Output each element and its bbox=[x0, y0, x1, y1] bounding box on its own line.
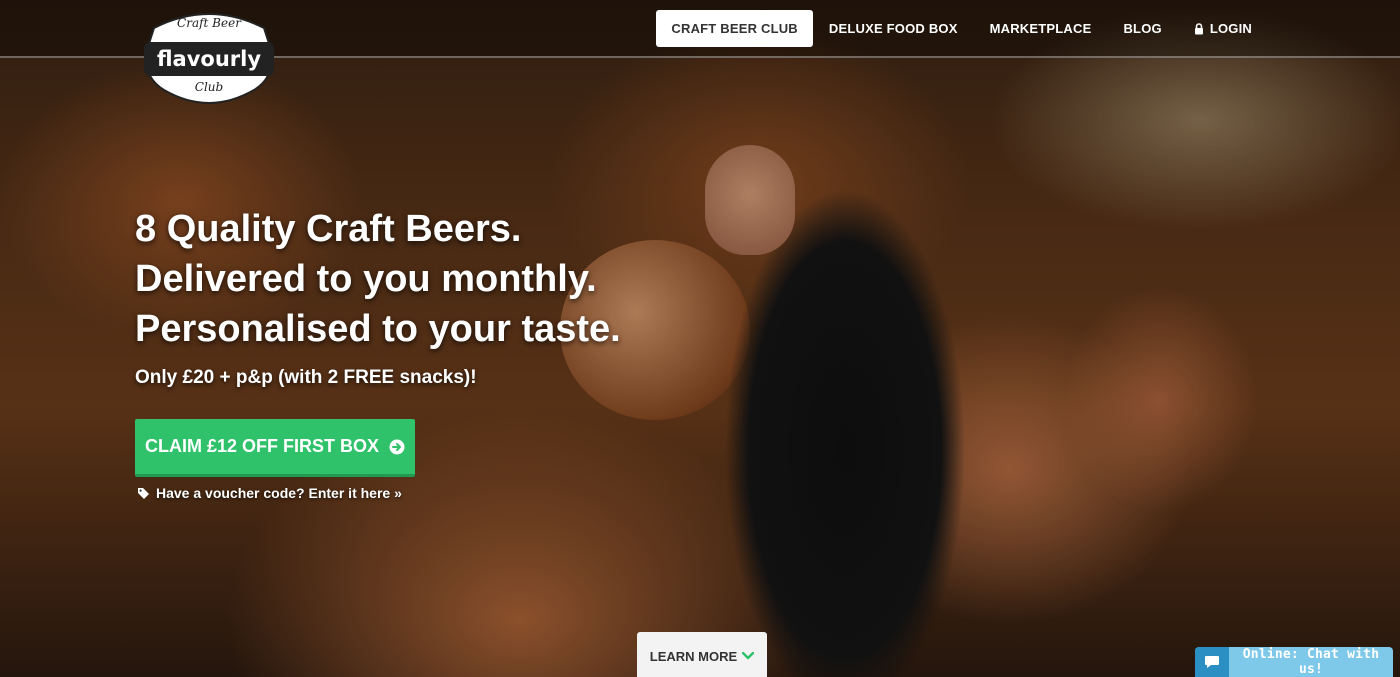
claim-offer-label: CLAIM £12 OFF FIRST BOX bbox=[144, 436, 380, 456]
learn-more-button[interactable]: LEARN MORE bbox=[637, 632, 767, 677]
nav-item-craft-beer-club[interactable]: CRAFT BEER CLUB bbox=[656, 10, 813, 47]
tag-icon bbox=[138, 487, 149, 499]
site-logo[interactable]: Craft Beer flavourly Club bbox=[134, 8, 284, 108]
speech-bubble-icon bbox=[1205, 656, 1219, 668]
chat-icon-box bbox=[1195, 647, 1229, 677]
learn-more-label: LEARN MORE bbox=[649, 648, 738, 664]
hero-title: 8 Quality Craft Beers. Delivered to you … bbox=[135, 204, 621, 354]
arrow-circle-right-icon bbox=[389, 439, 405, 454]
logo-top-text: Craft Beer bbox=[177, 16, 241, 30]
chat-label: Online: Chat with us! bbox=[1242, 647, 1380, 677]
nav-item-blog[interactable]: BLOG bbox=[1107, 10, 1177, 47]
hero-subtitle: Only £20 + p&p (with 2 FREE snacks)! bbox=[135, 367, 477, 388]
hero-title-line-1: 8 Quality Craft Beers. bbox=[135, 208, 522, 250]
chevron-down-icon bbox=[742, 652, 755, 660]
nav-item-marketplace[interactable]: MARKETPLACE bbox=[974, 10, 1108, 47]
lock-icon bbox=[1194, 22, 1203, 34]
hero-title-line-3: Personalised to your taste. bbox=[135, 308, 621, 350]
claim-offer-button[interactable]: CLAIM £12 OFF FIRST BOX bbox=[135, 419, 415, 477]
voucher-link[interactable]: Have a voucher code? Enter it here » bbox=[137, 485, 402, 501]
main-nav: CRAFT BEER CLUB DELUXE FOOD BOX MARKETPL… bbox=[656, 10, 1268, 47]
hero-title-line-2: Delivered to you monthly. bbox=[135, 258, 597, 300]
voucher-label: Have a voucher code? Enter it here » bbox=[156, 485, 402, 501]
nav-item-login[interactable]: LOGIN bbox=[1178, 10, 1268, 47]
logo-name: flavourly bbox=[144, 42, 274, 76]
site-header: Craft Beer flavourly Club CRAFT BEER CLU… bbox=[0, 0, 1400, 104]
nav-item-deluxe-food-box[interactable]: DELUXE FOOD BOX bbox=[813, 10, 974, 47]
logo-bottom-text: Club bbox=[194, 80, 224, 94]
chat-widget[interactable]: Online: Chat with us! bbox=[1195, 647, 1393, 677]
